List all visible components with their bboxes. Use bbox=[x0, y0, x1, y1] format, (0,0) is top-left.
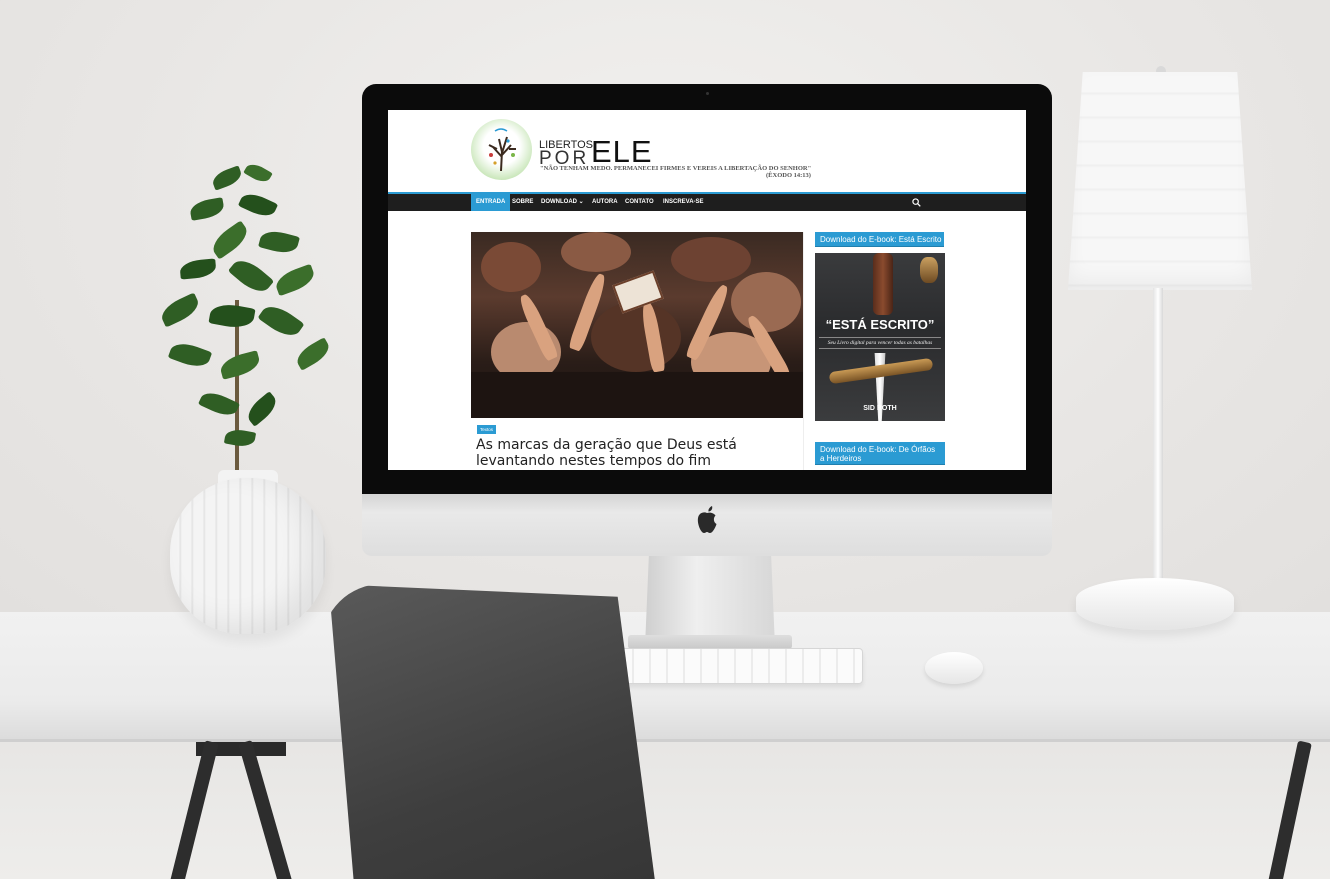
nav-item-sobre[interactable]: SOBRE bbox=[507, 194, 538, 211]
content-divider bbox=[803, 232, 804, 470]
lamp-pole bbox=[1153, 288, 1163, 588]
search-icon[interactable] bbox=[912, 198, 921, 207]
post-title[interactable]: As marcas da geração que Deus está levan… bbox=[476, 437, 796, 469]
ebook-author: SID ROTH bbox=[863, 405, 897, 412]
sword-hilt bbox=[873, 253, 893, 315]
sidebar-widget-title-esta-escrito: Download do E-book: Está Escrito bbox=[815, 232, 944, 247]
vase bbox=[170, 478, 326, 634]
nav-item-contato[interactable]: CONTATO bbox=[620, 194, 659, 211]
site-header: LIBERTOS POR ELE "NÃO TENHAM MEDO. PERMA… bbox=[388, 110, 1026, 192]
office-chair bbox=[328, 584, 658, 879]
lamp-shade bbox=[1068, 72, 1252, 290]
post-category-badge[interactable]: Textos bbox=[477, 425, 497, 434]
ebook-title: “ESTÁ ESCRITO” bbox=[825, 317, 935, 332]
apple-logo-icon bbox=[697, 506, 717, 533]
camera-dot bbox=[706, 92, 709, 95]
website-screen: LIBERTOS POR ELE "NÃO TENHAM MEDO. PERMA… bbox=[388, 110, 1026, 470]
ebook-cover-esta-escrito[interactable]: “ESTÁ ESCRITO” Seu Livro digital para ve… bbox=[815, 253, 945, 421]
site-tagline-ref: (ÊXODO 14:13) bbox=[766, 172, 811, 179]
nav-item-inscreva-se[interactable]: INSCREVA-SE bbox=[658, 194, 709, 211]
ebook-subtitle: Seu Livro digital para vencer todas as b… bbox=[819, 337, 941, 349]
monitor-stand bbox=[645, 555, 775, 647]
mouse bbox=[925, 652, 983, 684]
nav-item-entrada[interactable]: ENTRADA bbox=[471, 194, 511, 211]
sword-pommel bbox=[920, 257, 938, 283]
logo-tree-icon[interactable] bbox=[471, 119, 532, 180]
monitor-stand-base bbox=[628, 635, 792, 649]
site-tagline: "NÃO TENHAM MEDO. PERMANECEI FIRMES E VE… bbox=[540, 165, 812, 172]
nav-item-autora[interactable]: AUTORA bbox=[587, 194, 623, 211]
plant-leaves bbox=[150, 160, 340, 480]
main-nav: ENTRADA SOBRE DOWNLOAD ⌄ AUTORA CONTATO … bbox=[388, 192, 1026, 211]
sidebar-widget-title-orfaos-herdeiros: Download do E-book: De Órfãos a Herdeiro… bbox=[815, 442, 945, 465]
lamp-base bbox=[1076, 578, 1234, 630]
post-featured-image[interactable] bbox=[471, 232, 803, 418]
nav-item-download[interactable]: DOWNLOAD ⌄ bbox=[536, 194, 589, 211]
